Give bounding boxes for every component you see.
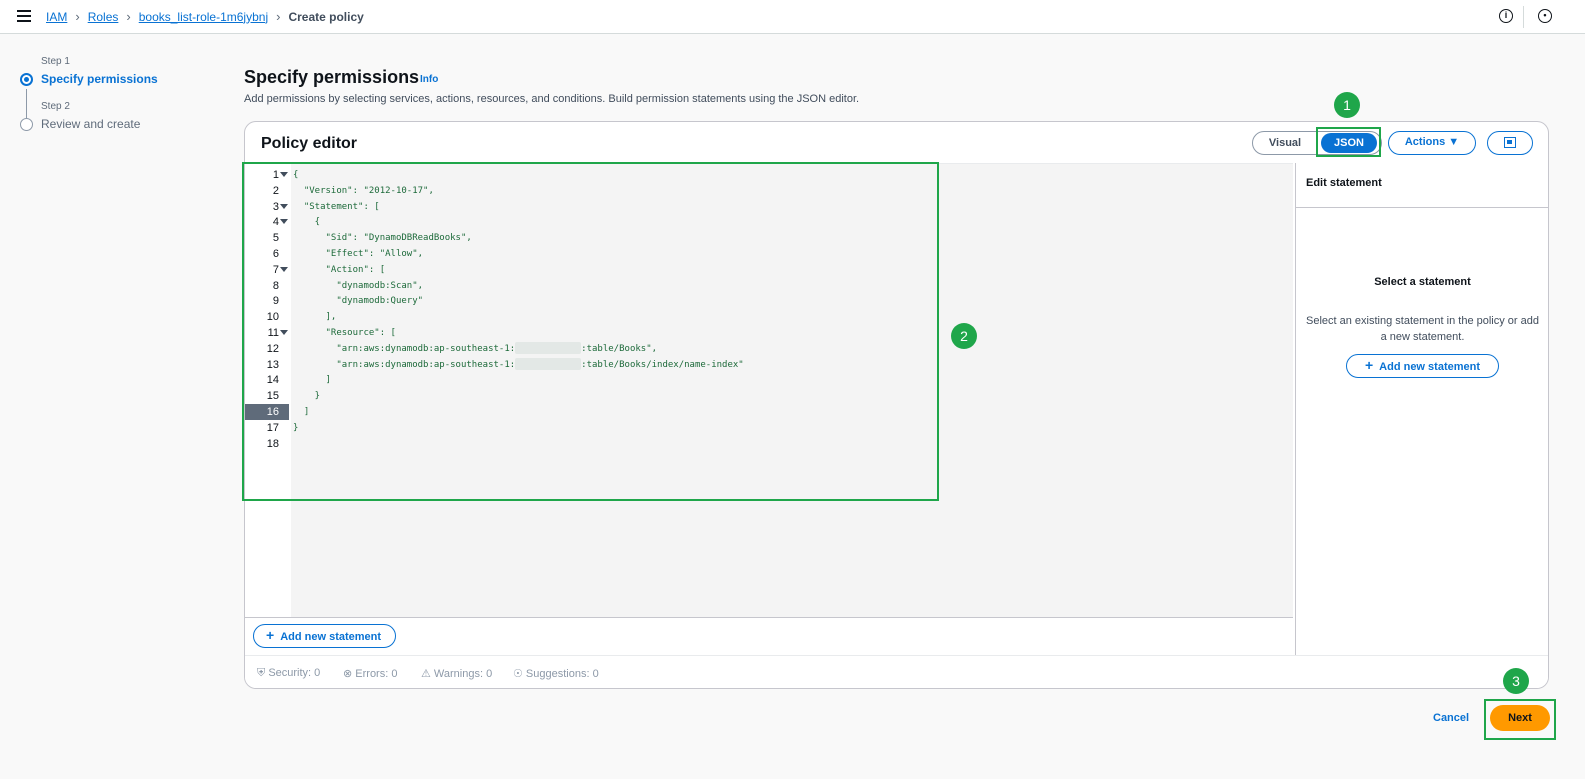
step-2-name: Review and create	[41, 117, 141, 131]
editor-bottom-bar: + Add new statement	[245, 617, 1293, 655]
annotation-badge-2: 2	[951, 323, 977, 349]
cancel-button[interactable]: Cancel	[1433, 712, 1469, 724]
edit-statement-panel: Edit statement Select a statement Select…	[1295, 163, 1548, 655]
plus-icon: +	[1364, 357, 1374, 373]
divider	[1523, 6, 1524, 28]
info-icon[interactable]: i	[1499, 9, 1513, 23]
annotation-badge-3: 3	[1503, 668, 1529, 694]
highlight-code-editor	[242, 162, 939, 501]
security-count: Security: 0	[268, 667, 321, 679]
suggestions-count: Suggestions: 0	[525, 668, 599, 680]
step-connector	[26, 89, 27, 119]
step-2-label: Step 2	[41, 101, 70, 112]
next-button[interactable]: Next	[1490, 705, 1550, 731]
step-1-name[interactable]: Specify permissions	[41, 72, 158, 86]
visual-tab[interactable]: Visual	[1253, 132, 1317, 154]
breadcrumb-current: Create policy	[288, 9, 364, 24]
breadcrumb-iam[interactable]: IAM	[46, 10, 67, 24]
page-title: Specify permissions	[244, 67, 420, 87]
side-panel-header: Edit statement	[1296, 163, 1548, 208]
breadcrumb-roles[interactable]: Roles	[88, 10, 119, 24]
validation-status-bar: ⛨ Security: 0 ⊗ Errors: 0 ⚠ Warnings: 0 …	[245, 655, 1548, 688]
errors-count: Errors: 0	[355, 668, 398, 680]
breadcrumb: IAM › Roles › books_list-role-1m6jybnj ›…	[46, 9, 364, 24]
actions-dropdown[interactable]: Actions ▼	[1388, 131, 1476, 155]
suggestions-status[interactable]: ☉ Suggestions: 0	[513, 667, 599, 680]
chevron-right-icon: ›	[126, 9, 131, 24]
warnings-count: Warnings: 0	[433, 668, 493, 680]
breadcrumb-role[interactable]: books_list-role-1m6jybnj	[139, 10, 268, 24]
info-link[interactable]: Info	[420, 74, 438, 85]
step-2-indicator	[20, 118, 33, 131]
annotation-badge-1: 1	[1334, 92, 1360, 118]
side-panel-description: Select an existing statement in the poli…	[1306, 315, 1539, 343]
fullscreen-button[interactable]	[1487, 131, 1533, 155]
errors-status[interactable]: ⊗ Errors: 0	[343, 667, 397, 680]
chevron-right-icon: ›	[75, 9, 80, 24]
editor-title: Policy editor	[261, 135, 358, 152]
step-1-indicator	[20, 73, 33, 86]
settings-icon[interactable]: •	[1538, 9, 1552, 23]
fullscreen-icon	[1504, 137, 1516, 148]
plus-icon: +	[266, 627, 275, 643]
top-bar: IAM › Roles › books_list-role-1m6jybnj ›…	[0, 0, 1585, 34]
menu-icon[interactable]	[17, 10, 31, 22]
page-description: Add permissions by selecting services, a…	[244, 93, 860, 105]
security-status[interactable]: ⛨ Security: 0	[257, 667, 320, 680]
warnings-status[interactable]: ⚠ Warnings: 0	[421, 667, 492, 680]
highlight-json-tab	[1316, 127, 1381, 157]
side-panel-title: Select a statement	[1374, 276, 1471, 288]
add-statement-label: Add new statement	[280, 631, 382, 643]
side-add-label: Add new statement	[1379, 361, 1481, 373]
side-add-statement-button[interactable]: + Add new statement	[1346, 354, 1499, 378]
chevron-right-icon: ›	[276, 9, 281, 24]
step-1-label: Step 1	[41, 56, 70, 67]
add-new-statement-button[interactable]: + Add new statement	[253, 624, 397, 648]
